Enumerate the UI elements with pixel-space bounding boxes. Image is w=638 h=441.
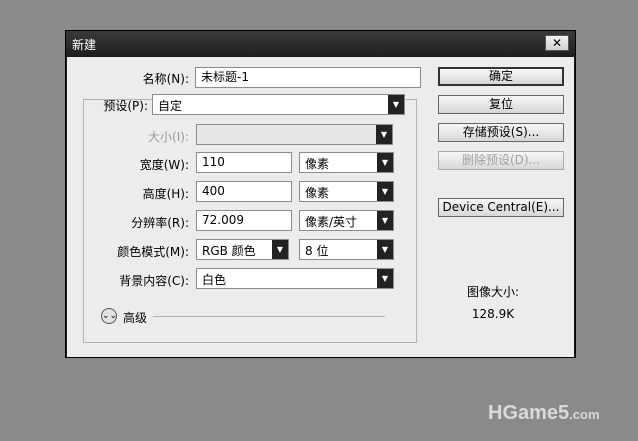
watermark-main: HGame5 bbox=[488, 402, 570, 424]
width-unit-value: 像素 bbox=[305, 157, 330, 171]
preset-label: 预设(P): bbox=[103, 99, 148, 113]
resolution-label: 分辨率(R): bbox=[131, 216, 189, 230]
chevron-down-icon: ▼ bbox=[377, 182, 393, 201]
site-watermark: HGame5.com bbox=[488, 402, 600, 425]
color-mode-value: RGB 颜色 bbox=[202, 244, 256, 258]
image-size-label: 图像大小: bbox=[466, 285, 520, 299]
color-mode-select[interactable]: RGB 颜色 ▼ bbox=[196, 239, 289, 260]
size-label: 大小(I): bbox=[148, 130, 189, 144]
chevron-down-icon: ▼ bbox=[377, 211, 393, 230]
name-label: 名称(N): bbox=[142, 72, 189, 86]
chevron-down-icon: ▼ bbox=[388, 95, 404, 114]
bit-depth-select[interactable]: 8 位 ▼ bbox=[299, 239, 394, 260]
close-button[interactable]: ✕ bbox=[545, 35, 569, 51]
height-input[interactable]: 400 bbox=[196, 181, 292, 202]
width-input[interactable]: 110 bbox=[196, 152, 292, 173]
resolution-unit-select[interactable]: 像素/英寸 ▼ bbox=[299, 210, 394, 231]
watermark-suffix: .com bbox=[569, 407, 600, 422]
resolution-unit-value: 像素/英寸 bbox=[305, 215, 358, 229]
height-label: 高度(H): bbox=[142, 187, 189, 201]
width-unit-select[interactable]: 像素 ▼ bbox=[299, 152, 394, 173]
preset-select[interactable]: 自定 ▼ bbox=[152, 94, 405, 115]
reset-button[interactable]: 复位 bbox=[438, 95, 564, 114]
new-document-dialog: 新建 ✕ 名称(N): 未标题-1 预设(P): 自定 ▼ 大小(I): ▼ 宽… bbox=[65, 30, 576, 358]
bit-depth-value: 8 位 bbox=[305, 244, 329, 258]
background-select[interactable]: 白色 ▼ bbox=[196, 268, 394, 289]
ok-button[interactable]: 确定 bbox=[438, 67, 564, 86]
size-select: ▼ bbox=[196, 124, 393, 145]
background-value: 白色 bbox=[202, 273, 227, 287]
device-central-button[interactable]: Device Central(E)... bbox=[438, 198, 564, 217]
color-mode-label: 颜色模式(M): bbox=[117, 245, 189, 259]
double-chevron-down-icon[interactable]: ⌄⌄ bbox=[101, 308, 117, 324]
background-label: 背景内容(C): bbox=[119, 274, 189, 288]
width-label: 宽度(W): bbox=[139, 158, 189, 172]
save-preset-button[interactable]: 存储预设(S)... bbox=[438, 123, 564, 142]
dialog-titlebar[interactable]: 新建 ✕ bbox=[66, 31, 575, 56]
chevron-down-icon: ▼ bbox=[377, 240, 393, 259]
resolution-input[interactable]: 72.009 bbox=[196, 210, 292, 231]
image-size-value: 128.9K bbox=[471, 307, 515, 321]
dialog-body: 名称(N): 未标题-1 预设(P): 自定 ▼ 大小(I): ▼ 宽度(W):… bbox=[67, 57, 574, 357]
dialog-title: 新建 bbox=[72, 38, 97, 52]
delete-preset-button: 删除预设(D)... bbox=[438, 151, 564, 170]
preset-value: 自定 bbox=[158, 99, 183, 113]
name-input[interactable]: 未标题-1 bbox=[195, 67, 421, 88]
height-unit-select[interactable]: 像素 ▼ bbox=[299, 181, 394, 202]
advanced-label[interactable]: 高级 bbox=[123, 309, 147, 326]
height-unit-value: 像素 bbox=[305, 186, 330, 200]
chevron-down-icon: ▼ bbox=[376, 125, 392, 144]
chevron-down-icon: ▼ bbox=[377, 269, 393, 288]
close-icon: ✕ bbox=[551, 36, 563, 50]
chevron-down-icon: ▼ bbox=[377, 153, 393, 172]
advanced-divider bbox=[153, 316, 385, 317]
chevron-down-icon: ▼ bbox=[272, 240, 288, 259]
